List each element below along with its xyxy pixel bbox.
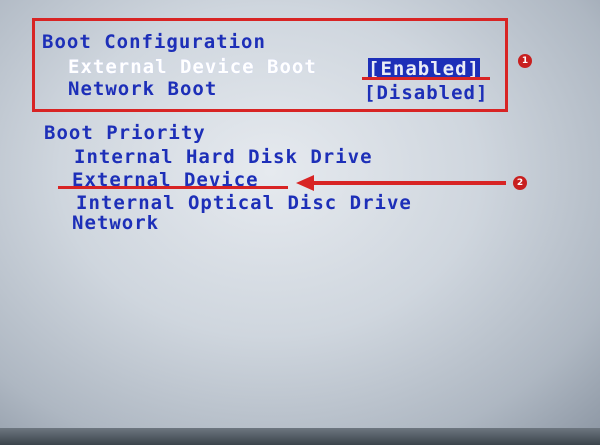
- annotation-arrow-shaft: [312, 181, 506, 185]
- annotation-underline-enabled: [362, 77, 490, 80]
- boot-priority-heading: Boot Priority: [44, 122, 206, 144]
- monitor-bezel: [0, 428, 600, 445]
- annotation-underline-external-device: [58, 186, 288, 189]
- boot-priority-item-internal-hdd[interactable]: Internal Hard Disk Drive: [74, 146, 373, 168]
- boot-priority-item-network[interactable]: Network: [72, 212, 159, 234]
- annotation-box-boot-configuration: [32, 18, 508, 112]
- annotation-badge-1: 1: [518, 54, 532, 68]
- annotation-badge-2: 2: [513, 176, 527, 190]
- boot-priority-item-internal-odd[interactable]: Internal Optical Disc Drive: [76, 192, 412, 214]
